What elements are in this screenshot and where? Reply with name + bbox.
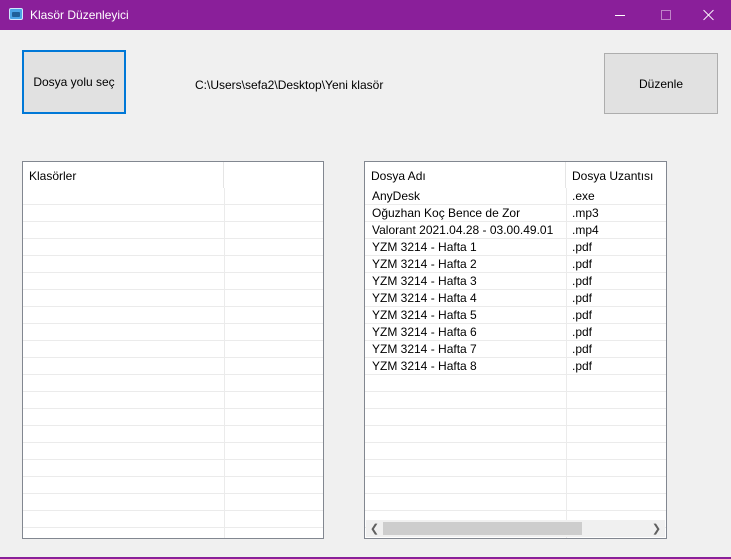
file-extension-cell: .exe xyxy=(572,189,595,203)
file-name-cell: YZM 3214 - Hafta 3 xyxy=(372,274,477,288)
scroll-left-arrow-icon[interactable]: ❮ xyxy=(366,520,383,537)
file-name-cell: YZM 3214 - Hafta 5 xyxy=(372,308,477,322)
file-name-cell: Oğuzhan Koç Bence de Zor xyxy=(372,206,521,220)
selected-path-label: C:\Users\sefa2\Desktop\Yeni klasör xyxy=(195,78,384,92)
maximize-button[interactable] xyxy=(643,0,689,30)
close-button[interactable] xyxy=(686,0,731,30)
file-name-cell: YZM 3214 - Hafta 7 xyxy=(372,342,477,356)
file-name-cell: Valorant 2021.04.28 - 03.00.49.01 xyxy=(372,223,554,237)
scroll-right-arrow-icon[interactable]: ❯ xyxy=(648,520,665,537)
file-row[interactable]: YZM 3214 - Hafta 3 .pdf xyxy=(365,273,666,290)
minimize-icon xyxy=(615,14,625,16)
folder-app-icon xyxy=(9,8,23,20)
files-rows: AnyDesk .exe Oğuzhan Koç Bence de Zor .mp3 V… xyxy=(365,188,666,375)
file-extension-cell: .pdf xyxy=(572,325,593,339)
main-window: Klasör Düzenleyici Dosya yolu seç C:\Use… xyxy=(0,0,731,559)
column-header-file-extension[interactable]: Dosya Uzantısı xyxy=(566,162,666,188)
file-name-cell: YZM 3214 - Hafta 8 xyxy=(372,359,477,373)
close-icon xyxy=(703,9,715,21)
maximize-icon xyxy=(661,10,671,20)
file-extension-cell: .pdf xyxy=(572,342,593,356)
file-row[interactable]: YZM 3214 - Hafta 7 .pdf xyxy=(365,341,666,358)
column-header-empty[interactable] xyxy=(224,162,323,188)
file-extension-cell: .mp4 xyxy=(572,223,599,237)
folders-listview[interactable]: Klasörler xyxy=(22,161,324,539)
file-name-cell: YZM 3214 - Hafta 4 xyxy=(372,291,477,305)
file-row[interactable]: YZM 3214 - Hafta 6 .pdf xyxy=(365,324,666,341)
files-listview[interactable]: Dosya Adı Dosya Uzantısı AnyDesk .exe Oğuz… xyxy=(364,161,667,539)
file-extension-cell: .pdf xyxy=(572,291,593,305)
file-row[interactable]: AnyDesk .exe xyxy=(365,188,666,205)
file-row[interactable]: YZM 3214 - Hafta 5 .pdf xyxy=(365,307,666,324)
file-extension-cell: .mp3 xyxy=(572,206,599,220)
horizontal-scrollbar[interactable]: ❮ ❯ xyxy=(366,520,665,537)
file-name-cell: YZM 3214 - Hafta 2 xyxy=(372,257,477,271)
file-name-cell: YZM 3214 - Hafta 1 xyxy=(372,240,477,254)
files-list-header: Dosya Adı Dosya Uzantısı xyxy=(365,162,666,188)
folders-list-header: Klasörler xyxy=(23,162,323,188)
file-name-cell: AnyDesk xyxy=(372,189,421,203)
file-extension-cell: .pdf xyxy=(572,257,593,271)
file-name-cell: YZM 3214 - Hafta 6 xyxy=(372,325,477,339)
minimize-button[interactable] xyxy=(597,0,643,30)
column-header-folders[interactable]: Klasörler xyxy=(23,162,224,188)
file-row[interactable]: Oğuzhan Koç Bence de Zor .mp3 xyxy=(365,205,666,222)
file-row[interactable]: YZM 3214 - Hafta 4 .pdf xyxy=(365,290,666,307)
edit-button[interactable]: Düzenle xyxy=(604,53,718,114)
file-row[interactable]: YZM 3214 - Hafta 1 .pdf xyxy=(365,239,666,256)
file-extension-cell: .pdf xyxy=(572,240,593,254)
grid-lines xyxy=(23,188,323,538)
file-row[interactable]: YZM 3214 - Hafta 2 .pdf xyxy=(365,256,666,273)
file-row[interactable]: YZM 3214 - Hafta 8 .pdf xyxy=(365,358,666,375)
column-divider xyxy=(224,188,225,538)
file-row[interactable]: Valorant 2021.04.28 - 03.00.49.01 .mp4 xyxy=(365,222,666,239)
file-extension-cell: .pdf xyxy=(572,274,593,288)
window-title: Klasör Düzenleyici xyxy=(30,8,129,22)
column-header-file-name[interactable]: Dosya Adı xyxy=(365,162,566,188)
select-path-button[interactable]: Dosya yolu seç xyxy=(22,50,126,114)
file-extension-cell: .pdf xyxy=(572,308,593,322)
title-bar[interactable]: Klasör Düzenleyici xyxy=(0,0,731,30)
scrollbar-thumb[interactable] xyxy=(383,522,582,535)
file-extension-cell: .pdf xyxy=(572,359,593,373)
